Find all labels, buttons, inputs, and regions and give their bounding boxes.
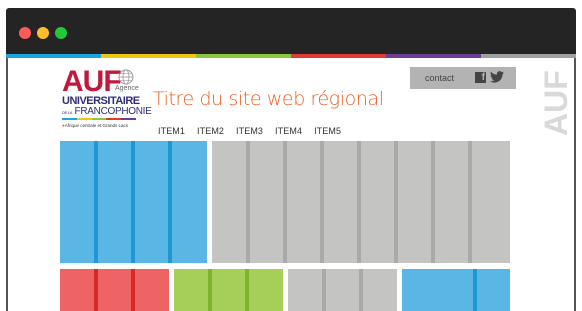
side-auf-logo: AUF: [538, 70, 570, 136]
logo-line2-prefix: DE LA: [62, 110, 73, 115]
browser-window: AUF Agence UNIVERSITAIRE DE LA FRANCOPHO…: [6, 8, 576, 311]
color-band: [6, 54, 576, 58]
site-title[interactable]: Titre du site web régional: [153, 88, 384, 110]
tile-blue[interactable]: [402, 269, 510, 311]
menu-item-2[interactable]: ITEM2: [197, 126, 224, 136]
globe-icon: [118, 69, 134, 85]
tile-red[interactable]: [60, 269, 169, 311]
side-logo-text: AUF: [538, 70, 570, 136]
close-window-button[interactable]: [19, 27, 31, 39]
minimize-window-button[interactable]: [37, 27, 49, 39]
color-band-segment: [196, 54, 291, 58]
menu-item-5[interactable]: ITEM5: [314, 126, 341, 136]
tile-grey[interactable]: [288, 269, 397, 311]
twitter-icon[interactable]: [490, 71, 504, 83]
logo-region-text: Afrique centrale et Grands Lacs: [64, 123, 129, 128]
color-band-segment: [291, 54, 386, 58]
logo-line2-text: FRANCOPHONIE: [74, 106, 152, 117]
menu-item-3[interactable]: ITEM3: [236, 126, 263, 136]
maximize-window-button[interactable]: [55, 27, 67, 39]
left-border: [6, 58, 8, 311]
color-band-segment: [101, 54, 196, 58]
menu-item-1[interactable]: ITEM1: [158, 126, 185, 136]
facebook-icon[interactable]: f: [475, 72, 486, 83]
window-titlebar: [6, 8, 576, 54]
tile-green[interactable]: [174, 269, 283, 311]
main-menu: ITEM1 ITEM2 ITEM3 ITEM4 ITEM5: [158, 126, 341, 136]
feature-block-blue[interactable]: [60, 141, 207, 263]
menu-item-4[interactable]: ITEM4: [275, 126, 302, 136]
logo-region: ●Afrique centrale et Grands Lacs: [62, 123, 129, 128]
logo-agence: Agence: [115, 85, 139, 92]
logo-color-stripe: [62, 118, 136, 120]
color-band-segment: [6, 54, 101, 58]
contact-link[interactable]: contact: [425, 73, 454, 83]
logo-acronym: AUF: [62, 65, 122, 98]
right-border: [574, 58, 576, 311]
auf-logo[interactable]: AUF Agence UNIVERSITAIRE DE LA FRANCOPHO…: [62, 65, 152, 132]
feature-block-grey[interactable]: [212, 141, 510, 263]
logo-francophonie: DE LA FRANCOPHONIE: [62, 106, 152, 117]
color-band-segment: [386, 54, 481, 58]
